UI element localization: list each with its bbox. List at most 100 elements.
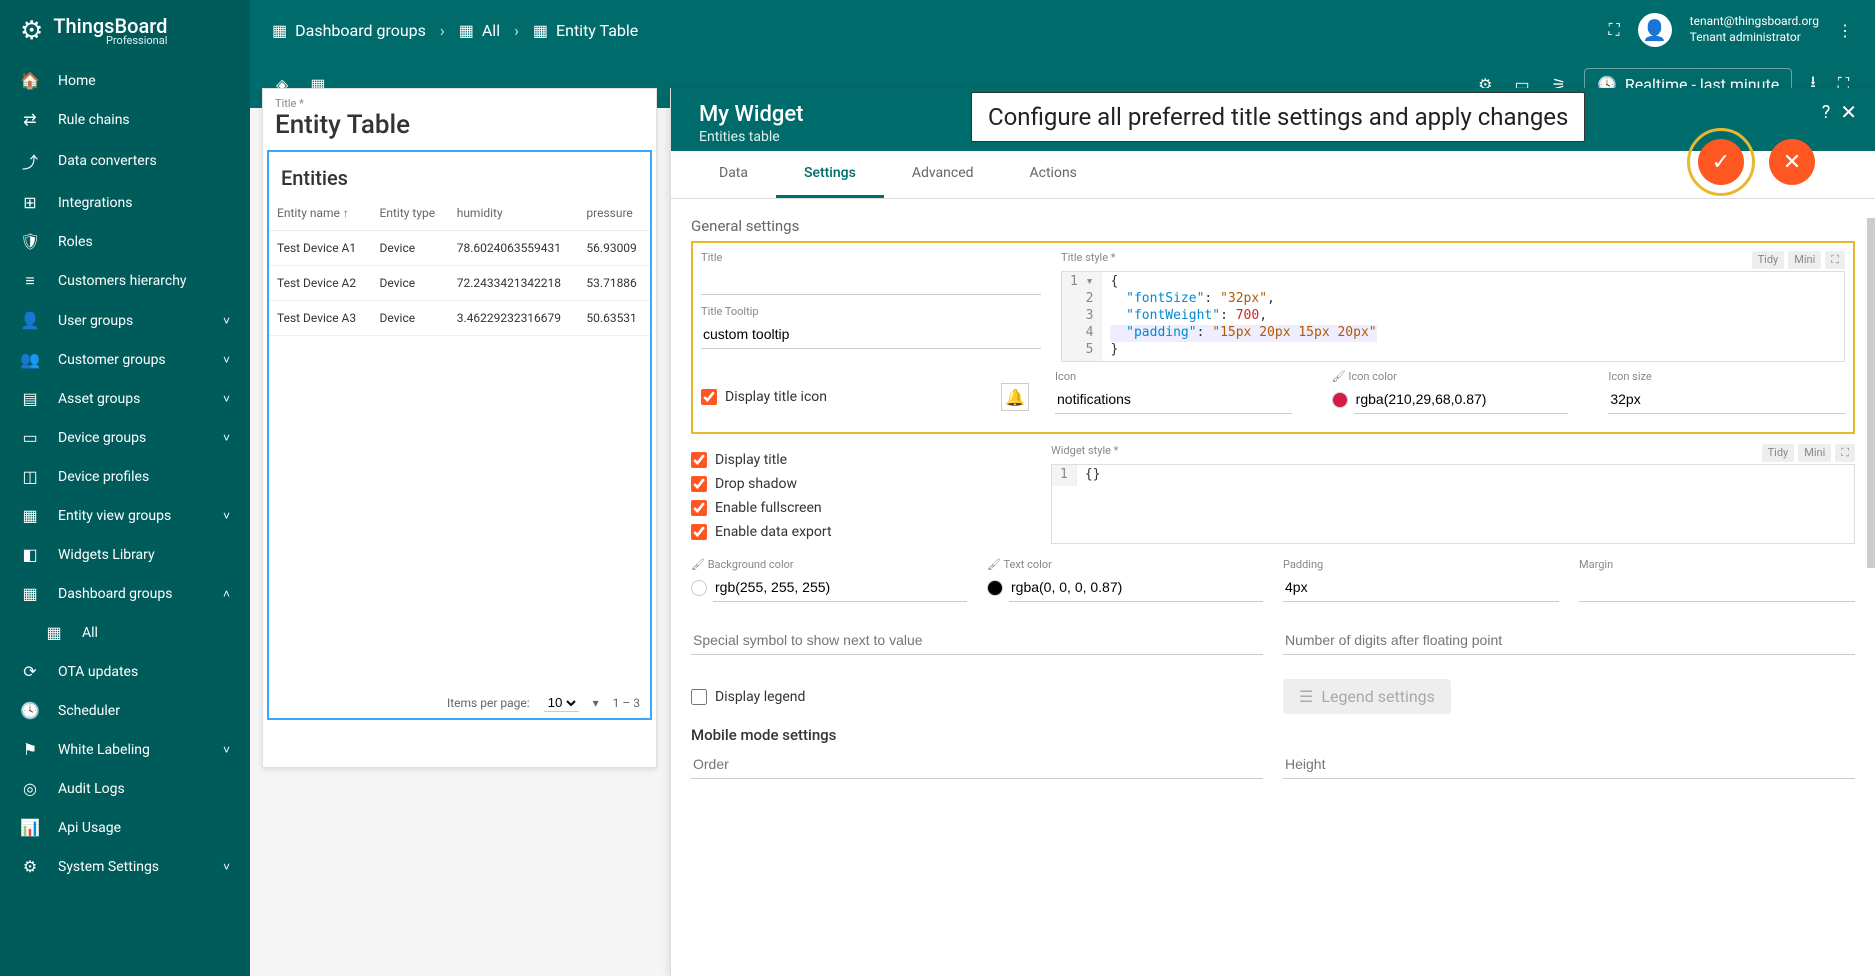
more-icon[interactable]: ⋮ [1837,21,1853,40]
sidebar-item-customer-groups[interactable]: 👥Customer groups˅ [0,340,250,379]
sidebar-item-device-profiles[interactable]: ◫Device profiles [0,457,250,496]
height-input[interactable] [1283,750,1855,779]
display-title-checkbox[interactable] [691,452,707,468]
icon-color-input[interactable] [1354,385,1569,414]
sidebar-item-system-settings[interactable]: ⚙System Settings˅ [0,847,250,886]
breadcrumb-l2[interactable]: ▦ All [459,21,500,40]
sidebar-item-entity-view-groups[interactable]: ▦Entity view groups˅ [0,496,250,535]
icon-preview: 🔔 [1001,383,1029,411]
breadcrumb: ▦ Dashboard groups › ▦ All › ▦ Entity Ta… [272,21,638,40]
title-style-editor[interactable]: 1 ▾2345 { "fontSize": "32px", "fontWeigh… [1061,271,1845,362]
asset-icon: ▤ [20,389,40,408]
col-pressure[interactable]: pressure [578,196,650,231]
sidebar-item-scheduler[interactable]: 🕓Scheduler [0,691,250,730]
title-tooltip-input[interactable] [701,320,1041,349]
table-row[interactable]: Test Device A2Device72.243342134221853.7… [269,266,650,301]
enable-fullscreen-checkbox[interactable] [691,500,707,516]
sidebar: ⚙ ThingsBoard Professional 🏠Home⇄Rule ch… [0,0,250,976]
avatar[interactable]: 👤 [1638,13,1672,47]
title-settings-highlight: Title Title Tooltip Title style * [691,241,1855,434]
sidebar-item-customers-hierarchy[interactable]: ≡Customers hierarchy [0,261,250,301]
sidebar-item-roles[interactable]: 🛡Roles [0,222,250,261]
page-size-select[interactable]: 10 [544,694,579,712]
col-entity-type[interactable]: Entity type [372,196,449,231]
sidebar-item-data-converters[interactable]: ⤴Data converters [0,139,250,183]
apply-button[interactable]: ✓ [1698,139,1744,185]
icon-input[interactable] [1055,385,1292,414]
chevron-icon: ˅ [223,392,230,406]
icon-size-input[interactable] [1608,385,1845,414]
legend-settings-button: ☰ Legend settings [1283,679,1451,714]
chevron-icon: ˅ [223,431,230,445]
fullscreen-code-icon[interactable]: ⛶ [1825,251,1845,269]
api-icon: 📊 [20,818,40,837]
entity-widget[interactable]: Entities Entity name ↑Entity typehumidit… [267,150,652,720]
widget-style-editor[interactable]: 1{} [1051,464,1855,544]
sidebar-item-device-groups[interactable]: ▭Device groups˅ [0,418,250,457]
chevron-icon: ˅ [223,860,230,874]
scrollbar[interactable] [1867,218,1875,568]
breadcrumb-l1[interactable]: ▦ Dashboard groups [272,21,426,40]
tab-advanced[interactable]: Advanced [884,151,1002,198]
sidebar-item-widgets-library[interactable]: ◧Widgets Library [0,535,250,574]
sidebar-item-all[interactable]: ▦All [0,613,250,652]
bg-color-input[interactable] [713,573,967,602]
tidy-button[interactable]: Tidy [1752,251,1785,269]
display-title-icon-checkbox[interactable] [701,389,717,405]
table-row[interactable]: Test Device A3Device3.4622923231667950.6… [269,301,650,336]
sidebar-item-user-groups[interactable]: 👤User groups˅ [0,301,250,340]
enable-export-checkbox[interactable] [691,524,707,540]
sidebar-item-rule-chains[interactable]: ⇄Rule chains [0,100,250,139]
sidebar-item-dashboard-groups[interactable]: ▦Dashboard groups˄ [0,574,250,613]
mobile-section-header: Mobile mode settings [691,726,1855,744]
help-icon[interactable]: ? [1822,102,1831,123]
display-legend-checkbox[interactable] [691,689,707,705]
icon-color-swatch[interactable] [1332,392,1348,408]
text-color-swatch[interactable] [987,580,1003,596]
tab-actions[interactable]: Actions [1002,151,1105,198]
order-input[interactable] [691,750,1263,779]
sched-icon: 🕓 [20,701,40,720]
fullscreen-code-icon-2[interactable]: ⛶ [1835,444,1855,462]
sidebar-item-audit-logs[interactable]: ◎Audit Logs [0,769,250,808]
chevron-icon: ˅ [223,314,230,328]
settings-icon: ⚙ [20,857,40,876]
sidebar-item-api-usage[interactable]: 📊Api Usage [0,808,250,847]
general-settings-header: General settings [691,217,1855,235]
cancel-button[interactable]: ✕ [1769,139,1815,185]
col-humidity[interactable]: humidity [449,196,579,231]
cust-icon: 👥 [20,350,40,369]
table-row[interactable]: Test Device A1Device78.602406355943156.9… [269,231,650,266]
conv-icon: ⤴ [20,149,40,173]
card-title-label: Title * [263,89,656,110]
profile-icon: ◫ [20,467,40,486]
title-input[interactable] [701,266,1041,295]
sidebar-item-white-labeling[interactable]: ⚑White Labeling˅ [0,730,250,769]
integ-icon: ⊞ [20,193,40,212]
tab-data[interactable]: Data [691,151,776,198]
close-icon[interactable]: ✕ [1840,100,1857,124]
mini-button[interactable]: Mini [1788,251,1821,269]
sidebar-item-integrations[interactable]: ⊞Integrations [0,183,250,222]
logo-icon: ⚙ [20,16,43,46]
padding-input[interactable] [1283,573,1559,602]
margin-input[interactable] [1579,573,1855,602]
col-entity-name[interactable]: Entity name ↑ [269,196,372,231]
bg-color-swatch[interactable] [691,580,707,596]
digits-input[interactable] [1283,626,1855,655]
sidebar-item-asset-groups[interactable]: ▤Asset groups˅ [0,379,250,418]
all-icon: ▦ [44,623,64,642]
breadcrumb-l3[interactable]: ▦ Entity Table [533,21,638,40]
mini-button-2[interactable]: Mini [1798,444,1831,462]
fullscreen-icon[interactable]: ⛶ [1608,20,1619,40]
device-icon: ▭ [20,428,40,447]
sidebar-item-home[interactable]: 🏠Home [0,61,250,100]
page-range: 1 – 3 [613,696,640,710]
special-symbol-input[interactable] [691,626,1263,655]
tidy-button-2[interactable]: Tidy [1762,444,1795,462]
text-color-input[interactable] [1009,573,1263,602]
drop-shadow-checkbox[interactable] [691,476,707,492]
tab-settings[interactable]: Settings [776,151,884,198]
chevron-icon: ˄ [223,587,230,601]
sidebar-item-ota-updates[interactable]: ⟳OTA updates [0,652,250,691]
